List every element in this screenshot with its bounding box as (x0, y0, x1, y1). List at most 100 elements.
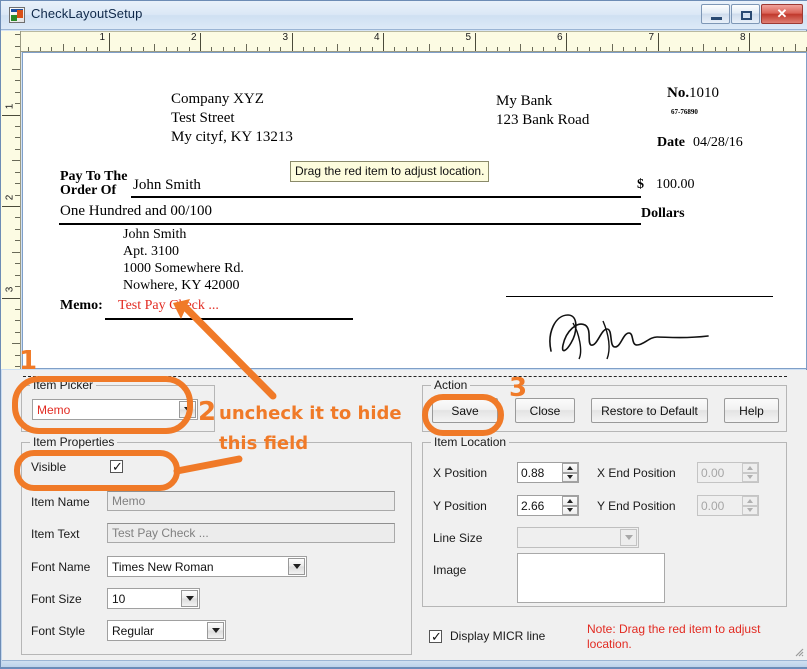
resize-grip-icon[interactable] (792, 645, 804, 657)
x-position-label: X Position (433, 466, 487, 480)
bank-name[interactable]: My Bank (496, 93, 552, 110)
ruler-tick (475, 33, 476, 52)
stepper-down-icon[interactable] (742, 506, 758, 516)
item-picker-combo[interactable]: Memo (32, 399, 198, 420)
annotation-step-1: 1 (19, 346, 37, 376)
amount-in-words[interactable]: One Hundred and 00/100 (60, 203, 212, 220)
chevron-down-icon[interactable] (288, 558, 305, 575)
chevron-down-icon[interactable] (181, 590, 198, 607)
annotation-step-2-line1: uncheck it to hide (219, 403, 402, 424)
panel-divider (23, 376, 787, 377)
company-street[interactable]: Test Street (171, 110, 235, 127)
display-micr-label: Display MICR line (450, 629, 545, 643)
footer-note-line2: location. (587, 637, 632, 652)
bank-address[interactable]: 123 Bank Road (496, 112, 589, 129)
ruler-tick (15, 275, 20, 276)
stepper-up-icon[interactable] (742, 463, 758, 473)
x-position-spinner[interactable]: 0.88 (517, 462, 579, 483)
x-end-position-spinner[interactable]: 0.00 (697, 462, 759, 483)
ruler-tick (15, 126, 20, 127)
help-button[interactable]: Help (724, 398, 779, 423)
save-button[interactable]: Save (432, 398, 498, 423)
x-position-value: 0.88 (518, 466, 544, 480)
payee-name[interactable]: John Smith (133, 177, 201, 194)
item-picker-value: Memo (33, 403, 70, 417)
y-end-stepper[interactable] (742, 496, 758, 515)
ruler-tick (795, 44, 796, 52)
footer-note-line1: Note: Drag the red item to adjust (587, 622, 760, 637)
y-position-stepper[interactable] (562, 496, 578, 515)
payer-city[interactable]: Nowhere, KY 42000 (123, 278, 240, 294)
payer-street[interactable]: 1000 Somewhere Rd. (123, 261, 244, 277)
check-preview-canvas[interactable]: Company XYZ Test Street My cityf, KY 132… (22, 52, 807, 369)
font-style-label: Font Style (31, 624, 85, 638)
window-title: CheckLayoutSetup (31, 6, 142, 21)
visible-checkbox[interactable]: ✓ (110, 460, 123, 473)
minimize-button[interactable] (701, 4, 730, 24)
date-value[interactable]: 04/28/16 (693, 135, 743, 151)
visible-label: Visible (31, 460, 66, 474)
checkmark-icon: ✓ (112, 460, 123, 473)
company-city[interactable]: My cityf, KY 13213 (171, 129, 293, 146)
x-end-stepper[interactable] (742, 463, 758, 482)
image-preview-box[interactable] (517, 553, 665, 603)
ruler-tick (383, 33, 384, 52)
item-name-input[interactable]: Memo (107, 491, 395, 511)
payer-name[interactable]: John Smith (123, 227, 186, 243)
line-size-combo[interactable] (517, 527, 639, 548)
font-name-combo[interactable]: Times New Roman (107, 556, 307, 577)
font-style-combo[interactable]: Regular (107, 620, 226, 641)
ruler-tick (15, 263, 20, 264)
dollars-label: Dollars (641, 206, 685, 222)
ruler-tick (15, 92, 20, 93)
maximize-icon (741, 11, 752, 20)
company-name[interactable]: Company XYZ (171, 91, 264, 108)
y-position-label: Y Position (433, 499, 487, 513)
stepper-up-icon[interactable] (562, 496, 578, 506)
stepper-up-icon[interactable] (742, 496, 758, 506)
font-size-combo[interactable]: 10 (107, 588, 200, 609)
vertical-ruler: 123 (1, 31, 21, 369)
ruler-tick (2, 298, 20, 299)
item-text-input[interactable]: Test Pay Check ... (107, 523, 395, 543)
ruler-label-v: 1 (5, 100, 16, 112)
ruler-tick (15, 149, 20, 150)
ruler-tick (15, 57, 20, 58)
display-micr-checkbox[interactable]: ✓ (429, 630, 442, 643)
amount-symbol: $ (637, 177, 644, 193)
title-bar: CheckLayoutSetup ✕ (1, 1, 807, 30)
y-position-value: 2.66 (518, 499, 544, 513)
check-number-value[interactable]: 1010 (689, 85, 719, 102)
ruler-tick (15, 217, 20, 218)
stepper-down-icon[interactable] (562, 473, 578, 483)
status-bar (2, 660, 807, 667)
chevron-down-icon[interactable] (207, 622, 224, 639)
ruler-tick (566, 33, 567, 52)
y-position-spinner[interactable]: 2.66 (517, 495, 579, 516)
stepper-down-icon[interactable] (562, 506, 578, 516)
memo-value[interactable]: Test Pay Check ... (118, 298, 219, 314)
maximize-button[interactable] (731, 4, 760, 24)
restore-to-default-button[interactable]: Restore to Default (591, 398, 708, 423)
x-position-stepper[interactable] (562, 463, 578, 482)
x-end-position-label: X End Position (597, 466, 676, 480)
ruler-label-h: 7 (649, 32, 655, 43)
stepper-down-icon[interactable] (742, 473, 758, 483)
routing-fraction[interactable]: 67-76890 (671, 108, 698, 116)
stepper-up-icon[interactable] (562, 463, 578, 473)
y-end-position-value: 0.00 (698, 499, 724, 513)
ruler-label-v: 2 (5, 192, 16, 204)
ruler-tick (15, 195, 20, 196)
pay-to-label-line2: Order Of (60, 183, 116, 199)
chevron-down-icon[interactable] (179, 401, 196, 418)
chevron-down-icon[interactable] (620, 529, 637, 546)
x-end-position-value: 0.00 (698, 466, 724, 480)
font-style-value: Regular (108, 624, 154, 638)
ruler-tick (15, 309, 20, 310)
signature-line (506, 296, 773, 297)
amount-value[interactable]: 100.00 (656, 177, 695, 193)
y-end-position-spinner[interactable]: 0.00 (697, 495, 759, 516)
payer-apt[interactable]: Apt. 3100 (123, 244, 179, 260)
close-button[interactable]: ✕ (761, 4, 803, 24)
ruler-tick (200, 33, 201, 52)
